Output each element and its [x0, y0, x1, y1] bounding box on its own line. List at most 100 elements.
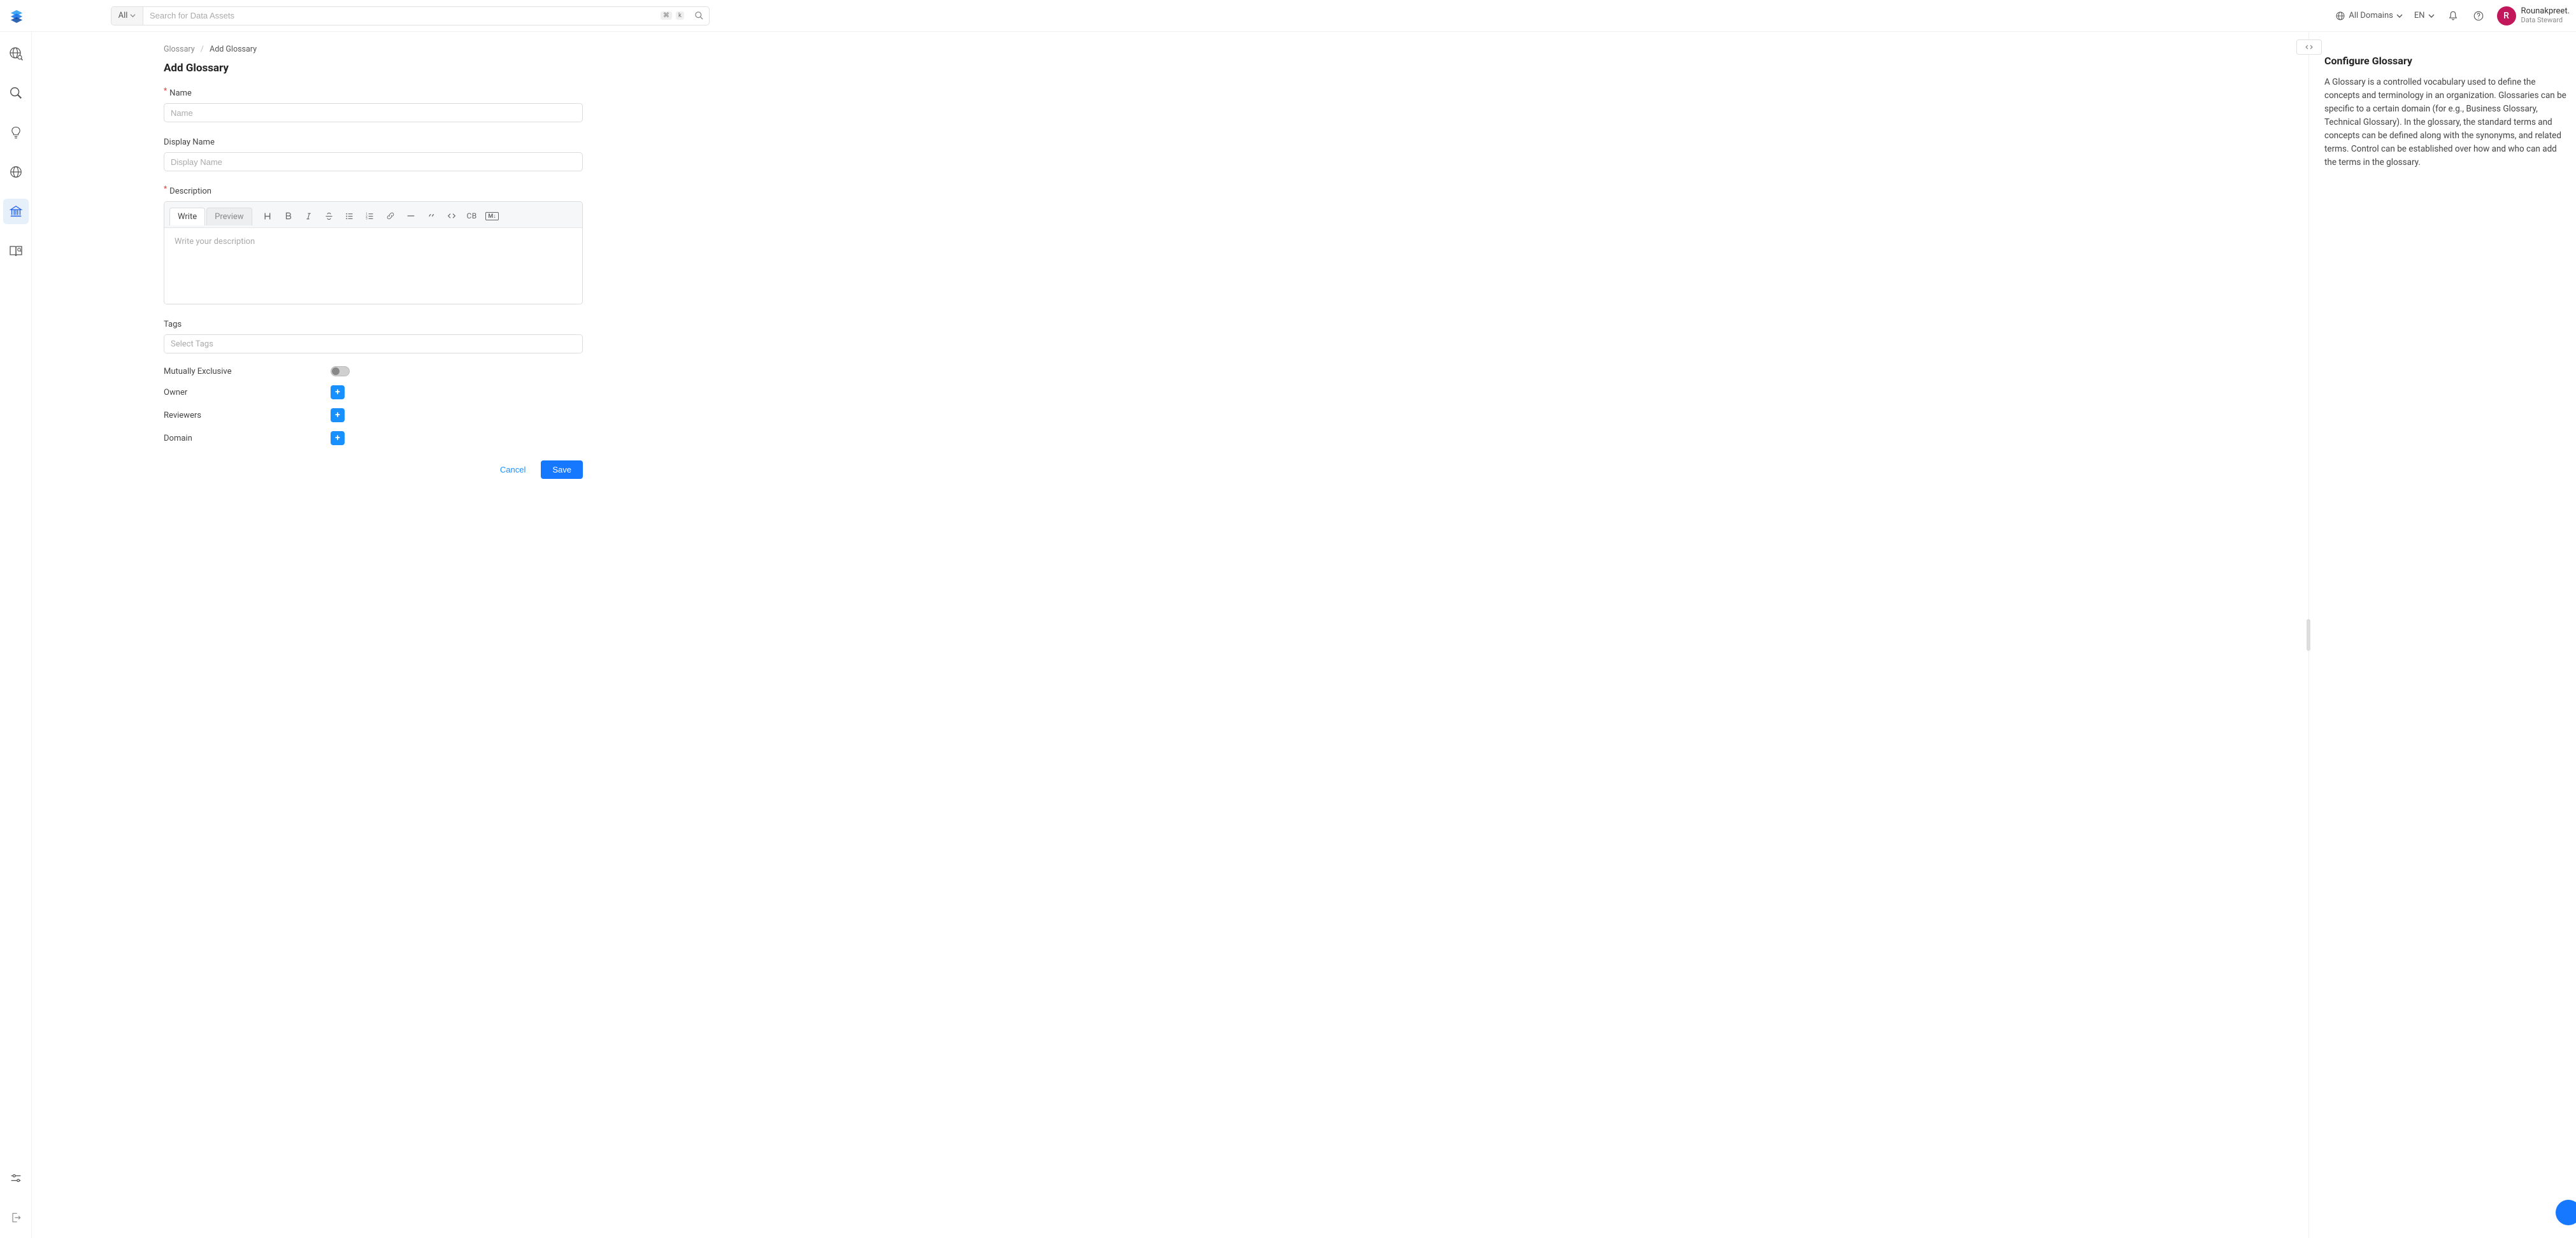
floating-action-button[interactable] — [2556, 1200, 2576, 1225]
svg-text:2: 2 — [366, 215, 368, 218]
user-name: Rounakpreet. — [2521, 7, 2570, 17]
mutually-exclusive-toggle[interactable] — [331, 366, 350, 376]
logo-icon — [10, 9, 24, 23]
sidebar-item-search[interactable] — [3, 80, 29, 106]
editor-tool-ul[interactable] — [340, 208, 359, 224]
main-content: Glossary / Add Glossary Add Glossary *Na… — [32, 32, 2308, 1238]
cancel-button[interactable]: Cancel — [495, 461, 531, 478]
domain-field-label: Domain — [164, 434, 331, 443]
editor-tool-bold[interactable] — [279, 208, 298, 224]
owner-row: Owner + — [164, 385, 583, 399]
required-marker: * — [164, 86, 167, 95]
display-name-label: Display Name — [164, 138, 215, 147]
italic-icon — [304, 212, 313, 220]
editor-tool-ol[interactable]: 123 — [361, 208, 380, 224]
bullet-list-icon — [345, 211, 354, 221]
description-textarea[interactable]: Write your description — [164, 227, 582, 304]
breadcrumb-root[interactable]: Glossary — [164, 45, 195, 54]
top-bar: All ⌘ k All Domains EN R — [0, 0, 2576, 32]
tags-field-group: Tags Select Tags — [164, 317, 583, 353]
sidebar-item-docs[interactable] — [3, 238, 29, 264]
user-meta: Rounakpreet. Data Steward — [2521, 7, 2570, 25]
tags-placeholder: Select Tags — [171, 339, 213, 349]
sidebar-item-governance[interactable] — [3, 199, 29, 224]
strikethrough-icon — [324, 211, 334, 221]
editor-tool-hr[interactable] — [401, 208, 420, 224]
globe-icon — [9, 165, 23, 179]
breadcrumb-current: Add Glossary — [210, 45, 257, 54]
reviewers-row: Reviewers + — [164, 408, 583, 422]
domain-row: Domain + — [164, 431, 583, 445]
sidebar-item-insights[interactable] — [3, 120, 29, 145]
globe-icon — [2335, 11, 2345, 21]
help-icon — [2473, 10, 2484, 22]
domain-selector[interactable]: All Domains — [2335, 11, 2403, 21]
help-button[interactable] — [2472, 9, 2486, 23]
name-label: Name — [169, 89, 192, 98]
search-input[interactable] — [143, 7, 655, 25]
logout-icon — [10, 1211, 22, 1224]
search-icon — [694, 11, 704, 20]
bell-icon — [2447, 10, 2459, 22]
save-button[interactable]: Save — [541, 460, 583, 479]
language-label: EN — [2414, 11, 2425, 20]
user-role: Data Steward — [2521, 17, 2570, 25]
panel-resize-handle[interactable] — [2307, 619, 2310, 651]
editor-tool-header[interactable] — [259, 208, 278, 224]
add-domain-button[interactable]: + — [331, 431, 345, 445]
sidebar-item-settings[interactable] — [3, 1165, 29, 1191]
display-name-input[interactable] — [164, 152, 583, 171]
horizontal-rule-icon — [406, 211, 416, 221]
reviewers-label: Reviewers — [164, 411, 331, 420]
mutually-exclusive-row: Mutually Exclusive — [164, 366, 583, 376]
notifications-button[interactable] — [2446, 9, 2460, 23]
app-logo[interactable] — [9, 8, 24, 24]
sidebar-item-explore[interactable] — [3, 41, 29, 66]
owner-label: Owner — [164, 388, 331, 397]
sidebar-item-logout[interactable] — [3, 1205, 29, 1230]
editor-tab-preview[interactable]: Preview — [206, 208, 252, 225]
lightbulb-icon — [9, 125, 23, 139]
editor-tool-strike[interactable] — [320, 208, 339, 224]
toggle-knob — [332, 367, 340, 375]
add-owner-button[interactable]: + — [331, 385, 345, 399]
svg-text:3: 3 — [366, 217, 368, 220]
user-menu[interactable]: R Rounakpreet. Data Steward — [2497, 6, 2570, 25]
editor-tool-markdown[interactable]: M↓ — [483, 208, 502, 224]
panel-collapse-button[interactable] — [2296, 39, 2322, 55]
sidebar-item-domains[interactable] — [3, 159, 29, 185]
name-input[interactable] — [164, 103, 583, 122]
breadcrumb: Glossary / Add Glossary — [164, 45, 583, 54]
editor-tool-link[interactable] — [381, 208, 400, 224]
tags-select[interactable]: Select Tags — [164, 334, 583, 353]
chevron-down-icon — [2428, 13, 2435, 19]
required-marker: * — [164, 184, 167, 193]
numbered-list-icon: 123 — [365, 211, 375, 221]
search-scope-dropdown[interactable]: All — [111, 7, 143, 25]
page-title: Add Glossary — [164, 62, 583, 75]
description-label: Description — [169, 187, 211, 196]
search-submit[interactable] — [689, 7, 709, 25]
chevron-down-icon — [130, 13, 136, 18]
expand-horizontal-icon — [2305, 43, 2314, 51]
link-icon — [386, 211, 395, 220]
language-selector[interactable]: EN — [2414, 11, 2435, 20]
header-icon — [263, 211, 273, 221]
shortcut-key: k — [676, 11, 684, 20]
domain-label: All Domains — [2349, 11, 2393, 20]
form-actions: Cancel Save — [164, 460, 583, 479]
editor-tool-code[interactable] — [442, 208, 461, 224]
left-sidebar — [0, 32, 32, 1238]
description-field-group: *Description Write Preview 123 — [164, 184, 583, 304]
editor-tool-codeblock[interactable]: CB — [462, 208, 482, 224]
add-reviewers-button[interactable]: + — [331, 408, 345, 422]
editor-tool-italic[interactable] — [299, 208, 318, 224]
editor-tool-quote[interactable] — [422, 208, 441, 224]
editor-tab-write[interactable]: Write — [169, 208, 205, 225]
search-shortcut: ⌘ k — [655, 7, 689, 25]
svg-text:1: 1 — [366, 213, 367, 216]
sliders-icon — [9, 1171, 23, 1185]
chevron-down-icon — [2396, 13, 2403, 19]
shortcut-cmd: ⌘ — [661, 11, 672, 20]
description-editor: Write Preview 123 — [164, 201, 583, 304]
